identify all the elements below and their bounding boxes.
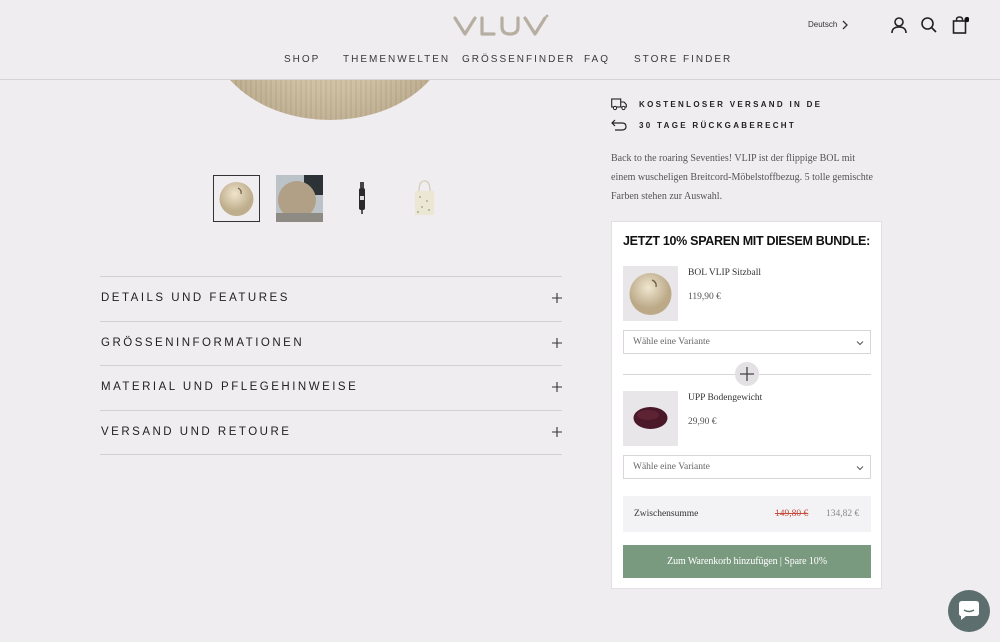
nav-item-themenwelten[interactable]: THEMENWELTEN: [343, 54, 450, 65]
plus-icon[interactable]: [552, 427, 562, 437]
accordion-label: DETAILS UND FEATURES: [101, 292, 290, 304]
cart-icon[interactable]: [951, 16, 969, 34]
ball-room-thumbnail[interactable]: [276, 175, 323, 222]
product-description: Back to the roaring Seventies! VLIP ist …: [611, 153, 873, 202]
site-header: Deutsch SHOP THEMENWELTEN GRÖSSENFINDER …: [0, 0, 1000, 80]
subtotal-original-price: 149,80 €: [775, 509, 809, 519]
chevron-down-icon: [856, 341, 864, 346]
ball-thumbnail[interactable]: [213, 175, 260, 222]
bundle-product-price: 29,90 €: [688, 417, 717, 427]
accordion-details[interactable]: DETAILS UND FEATURES: [100, 276, 562, 321]
nav-item-groessenfinder[interactable]: GRÖSSENFINDER: [462, 54, 575, 65]
tote-bag-thumbnail-image: [415, 180, 434, 215]
bundle-product-image[interactable]: [623, 266, 678, 321]
variant-select-placeholder: Wähle eine Variante: [633, 462, 710, 472]
accordion-material-care[interactable]: MATERIAL UND PFLEGEHINWEISE: [100, 365, 562, 410]
floor-weight-image: [633, 407, 668, 429]
accordion-size-info[interactable]: GRÖSSENINFORMATIONEN: [100, 321, 562, 366]
tote-bag-thumbnail[interactable]: [402, 175, 449, 222]
language-selector[interactable]: Deutsch: [808, 20, 837, 29]
ball-room-thumbnail-image: [276, 175, 323, 222]
returns-text: 30 TAGE RÜCKGABERECHT: [639, 121, 797, 130]
bundle-product-name[interactable]: UPP Bodengewicht: [688, 393, 762, 403]
variant-select[interactable]: Wähle eine Variante: [623, 330, 871, 354]
chat-icon: [959, 601, 979, 620]
bundle-box: JETZT 10% SPAREN MIT DIESEM BUNDLE: BOL …: [611, 221, 882, 589]
variant-select[interactable]: Wähle eine Variante: [623, 455, 871, 479]
vluv-logo[interactable]: [451, 14, 549, 38]
variant-select-placeholder: Wähle eine Variante: [633, 337, 710, 347]
truck-icon: [611, 98, 627, 111]
accordion-label: VERSAND UND RETOURE: [101, 426, 292, 438]
subtotal-discounted-price: 134,82 €: [826, 509, 860, 519]
chat-button[interactable]: [948, 590, 990, 632]
chevron-right-icon[interactable]: [840, 19, 850, 31]
accordion-label: MATERIAL UND PFLEGEHINWEISE: [101, 381, 359, 393]
plus-icon[interactable]: [552, 382, 562, 392]
plus-icon[interactable]: [552, 338, 562, 348]
accordion-shipping-returns[interactable]: VERSAND UND RETOURE: [100, 410, 562, 455]
add-bundle-to-cart-button[interactable]: Zum Warenkorb hinzufügen | Spare 10%: [623, 545, 871, 578]
nav-item-shop[interactable]: SHOP: [284, 54, 320, 65]
account-icon[interactable]: [890, 16, 908, 34]
search-icon[interactable]: [920, 16, 938, 34]
bundle-product-image[interactable]: [623, 391, 678, 446]
ball-thumbnail-image: [219, 182, 254, 216]
bundle-title: JETZT 10% SPAREN MIT DIESEM BUNDLE:: [623, 234, 870, 248]
nav-item-faq[interactable]: FAQ: [584, 54, 610, 65]
bundle-product-price: 119,90 €: [688, 292, 721, 302]
plus-icon[interactable]: [552, 293, 562, 303]
bundle-plus-icon: [735, 362, 759, 386]
accordion-label: GRÖSSENINFORMATIONEN: [101, 337, 305, 349]
bundle-product-name[interactable]: BOL VLIP Sitzball: [688, 268, 761, 278]
chevron-down-icon: [856, 466, 864, 471]
free-shipping-text: KOSTENLOSER VERSAND IN DE: [639, 100, 823, 109]
subtotal-label: Zwischensumme: [634, 509, 699, 519]
return-arrow-icon: [611, 119, 627, 131]
main-navigation: SHOP THEMENWELTEN GRÖSSENFINDER FAQ STOR…: [0, 54, 1000, 68]
ball-image: [629, 273, 672, 315]
pump-thumbnail[interactable]: [339, 175, 386, 222]
subtotal-row: Zwischensumme 149,80 € 134,82 €: [623, 496, 871, 532]
nav-item-store-finder[interactable]: STORE FINDER: [634, 54, 732, 65]
pump-thumbnail-image: [359, 182, 365, 214]
